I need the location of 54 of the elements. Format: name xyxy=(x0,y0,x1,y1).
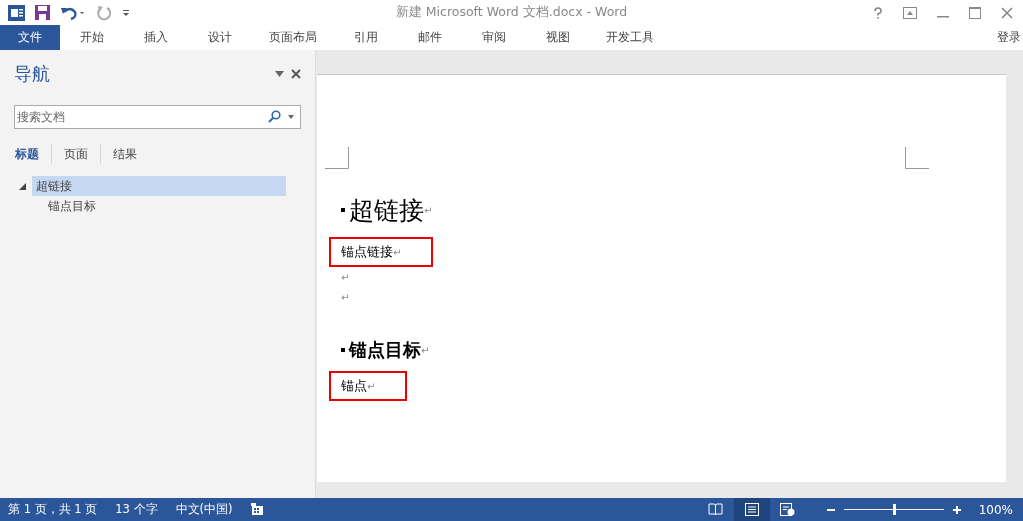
search-icon[interactable] xyxy=(268,110,281,123)
body-text: 锚点 xyxy=(341,377,367,395)
word-count[interactable]: 13 个字 xyxy=(115,502,158,517)
paragraph-mark: ↵ xyxy=(341,291,350,303)
search-field[interactable]: 搜索文档 xyxy=(14,105,301,129)
pane-title: 导航 xyxy=(14,62,50,86)
ribbon-display-icon[interactable] xyxy=(903,6,917,19)
pane-options-icon[interactable] xyxy=(275,71,284,77)
web-page-icon[interactable] xyxy=(780,503,796,516)
ribbon-tab[interactable]: 审阅 xyxy=(462,25,526,50)
word-logo-icon[interactable] xyxy=(8,4,25,21)
zoom-slider-thumb[interactable] xyxy=(892,504,896,515)
customize-dropdown-icon[interactable] xyxy=(122,8,130,17)
close-icon[interactable] xyxy=(1001,6,1013,19)
ribbon-tab[interactable]: 视图 xyxy=(526,25,590,50)
macro-record-icon[interactable] xyxy=(250,503,264,516)
ribbon-tab[interactable]: 页面布局 xyxy=(252,25,334,50)
paragraph-mark: ↵ xyxy=(367,380,376,392)
dropdown-icon[interactable] xyxy=(288,115,294,119)
paragraph-mark: ↵ xyxy=(424,204,433,216)
sign-in-link[interactable]: 登录 xyxy=(997,25,1023,50)
heading-item[interactable]: 锚点目标 xyxy=(44,196,100,216)
margin-corner-mark xyxy=(325,147,349,169)
print-layout-button[interactable] xyxy=(733,498,770,521)
pane-tab[interactable]: 页面 xyxy=(54,145,98,163)
ribbon-tab[interactable]: 开始 xyxy=(60,25,124,50)
paragraph-mark: ↵ xyxy=(421,344,430,356)
heading-text: 超链接 xyxy=(349,194,424,227)
window-title: 新建 Microsoft Word 文档.docx - Word xyxy=(395,4,628,21)
margin-corner-mark xyxy=(905,147,929,169)
book-icon[interactable] xyxy=(708,503,724,516)
ribbon-tab[interactable]: 引用 xyxy=(334,25,398,50)
zoom-level[interactable]: 100% xyxy=(978,502,1013,517)
help-icon[interactable] xyxy=(873,6,883,19)
heading-item[interactable]: 超链接 xyxy=(32,176,286,196)
paragraph-mark: ↵ xyxy=(341,271,350,283)
zoom-in-icon[interactable] xyxy=(952,505,961,514)
language-indicator[interactable]: 中文(中国) xyxy=(175,502,233,517)
collapse-icon[interactable] xyxy=(19,182,26,190)
save-icon[interactable] xyxy=(35,5,50,20)
ribbon-tab[interactable]: 设计 xyxy=(188,25,252,50)
page-count[interactable]: 第 1 页，共 1 页 xyxy=(8,502,98,517)
maximize-icon[interactable] xyxy=(969,6,981,19)
pane-tab[interactable]: 标题 xyxy=(14,145,49,163)
ribbon-tab[interactable]: 邮件 xyxy=(398,25,462,50)
ribbon-tab[interactable]: 文件 xyxy=(0,25,60,50)
close-icon[interactable] xyxy=(291,69,301,79)
paragraph-mark: ↵ xyxy=(393,246,402,258)
heading-text: 锚点目标 xyxy=(349,338,421,362)
ribbon-tab[interactable]: 插入 xyxy=(124,25,188,50)
pane-tab[interactable]: 结果 xyxy=(103,145,147,163)
ribbon-tab[interactable]: 开发工具 xyxy=(590,25,670,50)
body-text: 锚点链接 xyxy=(341,243,393,261)
page-icon[interactable] xyxy=(744,503,759,516)
